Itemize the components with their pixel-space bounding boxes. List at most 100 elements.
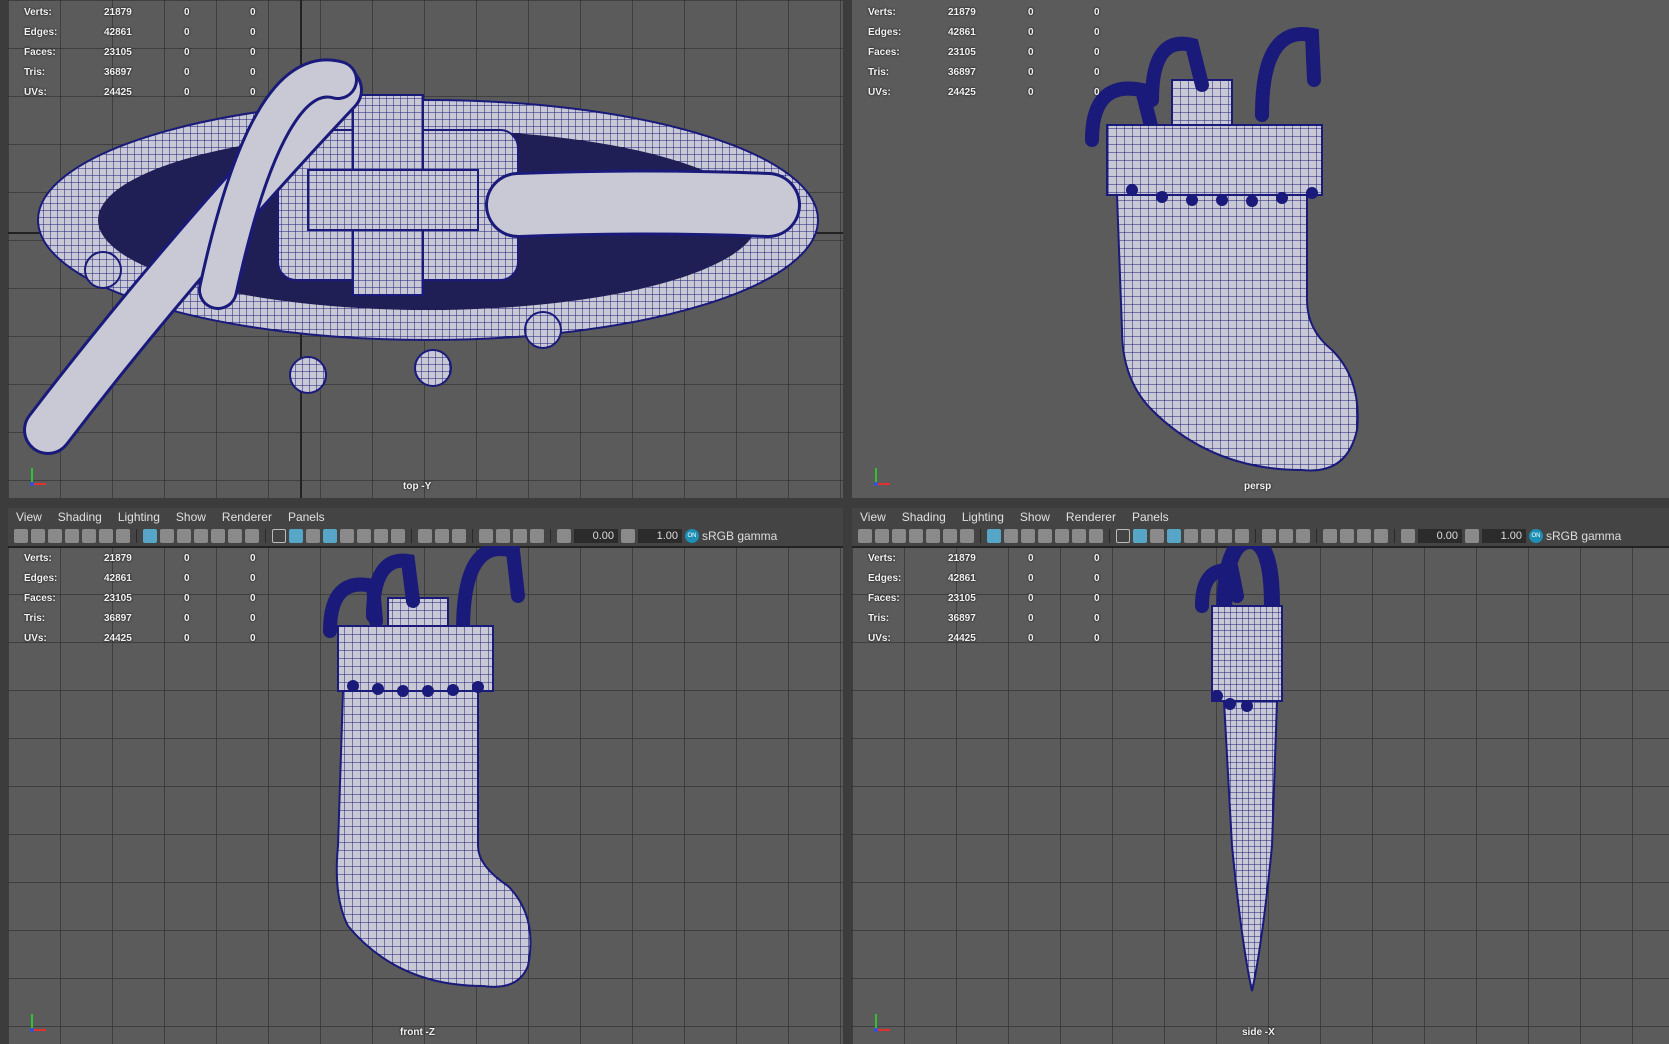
gate-mask-icon[interactable] <box>1038 529 1052 543</box>
menu-renderer[interactable]: Renderer <box>1058 510 1124 524</box>
xray-active-components-icon[interactable] <box>1357 529 1371 543</box>
camera-attributes-icon[interactable] <box>48 529 62 543</box>
menu-panels[interactable]: Panels <box>280 510 333 524</box>
bookmark-icon[interactable] <box>909 529 923 543</box>
camera-lock-icon[interactable] <box>31 529 45 543</box>
viewport-canvas[interactable]: Verts: 21879 0 0 Edges: 42861 0 0 Faces: 23105 0… <box>8 546 843 1044</box>
gate-mask-icon[interactable] <box>194 529 208 543</box>
exposure-icon[interactable] <box>1401 529 1415 543</box>
smooth-shade-icon[interactable] <box>289 529 303 543</box>
screen-space-ao-icon[interactable] <box>391 529 405 543</box>
viewport-top[interactable]: Verts: 21879 0 0 Edges: 42861 0 0 Faces: 23105 0… <box>8 0 843 498</box>
color-space-dropdown[interactable]: sRGB gamma <box>1546 529 1621 543</box>
anti-aliasing-icon[interactable] <box>1279 529 1293 543</box>
gamma-field[interactable]: 1.00 <box>1482 529 1526 543</box>
wireframe-icon[interactable] <box>1116 529 1130 543</box>
use-all-lights-icon[interactable] <box>1201 529 1215 543</box>
safe-action-icon[interactable] <box>228 529 242 543</box>
menu-view[interactable]: View <box>852 510 894 524</box>
anti-aliasing-icon[interactable] <box>435 529 449 543</box>
color-management-toggle[interactable]: ON <box>1529 529 1543 543</box>
shadows-icon[interactable] <box>1218 529 1232 543</box>
depth-of-field-icon[interactable] <box>452 529 466 543</box>
shadows-icon[interactable] <box>374 529 388 543</box>
color-management-toggle[interactable]: ON <box>685 529 699 543</box>
viewport-toolbar: 0.00 1.00 ON sRGB gamma <box>852 526 1669 546</box>
gamma-field[interactable]: 1.00 <box>638 529 682 543</box>
textured-icon[interactable] <box>340 529 354 543</box>
camera-lock-icon[interactable] <box>875 529 889 543</box>
viewport-persp[interactable]: Verts: 21879 0 0 Edges: 42861 0 0 Faces: 23105 0… <box>852 0 1669 498</box>
resolution-gate-icon[interactable] <box>177 529 191 543</box>
xray-joints-icon[interactable] <box>530 529 544 543</box>
bookmark-icon[interactable] <box>65 529 79 543</box>
camera-icon[interactable] <box>858 529 872 543</box>
panel-divider-horizontal[interactable] <box>0 498 1669 508</box>
menu-lighting[interactable]: Lighting <box>954 510 1012 524</box>
gamma-icon[interactable] <box>621 529 635 543</box>
field-chart-icon[interactable] <box>211 529 225 543</box>
menu-show[interactable]: Show <box>168 510 214 524</box>
camera-attributes-icon[interactable] <box>892 529 906 543</box>
isolate-select-icon[interactable] <box>479 529 493 543</box>
use-all-lights-icon[interactable] <box>357 529 371 543</box>
xray-active-components-icon[interactable] <box>513 529 527 543</box>
exposure-field[interactable]: 0.00 <box>1418 529 1462 543</box>
grid-icon[interactable] <box>143 529 157 543</box>
exposure-icon[interactable] <box>557 529 571 543</box>
default-material-icon[interactable] <box>306 529 320 543</box>
menu-shading[interactable]: Shading <box>894 510 954 524</box>
viewport-menubar: View Shading Lighting Show Renderer Pane… <box>8 508 843 526</box>
color-space-dropdown[interactable]: sRGB gamma <box>702 529 777 543</box>
grid-icon[interactable] <box>987 529 1001 543</box>
two-d-pan-zoom-icon[interactable] <box>116 529 130 543</box>
film-gate-icon[interactable] <box>1004 529 1018 543</box>
menu-shading[interactable]: Shading <box>50 510 110 524</box>
axis-gizmo-icon <box>30 468 46 486</box>
motion-blur-icon[interactable] <box>418 529 432 543</box>
wireframe-icon[interactable] <box>272 529 286 543</box>
menu-lighting[interactable]: Lighting <box>110 510 168 524</box>
viewport-canvas[interactable]: Verts: 21879 0 0 Edges: 42861 0 0 Faces: 23105 0… <box>852 546 1669 1044</box>
safe-action-icon[interactable] <box>1072 529 1086 543</box>
grease-pencil-icon[interactable] <box>943 529 957 543</box>
toolbar-separator <box>1394 529 1395 543</box>
safe-title-icon[interactable] <box>245 529 259 543</box>
textured-icon[interactable] <box>1184 529 1198 543</box>
motion-blur-icon[interactable] <box>1262 529 1276 543</box>
viewport-side[interactable]: View Shading Lighting Show Renderer Pane… <box>852 508 1669 1044</box>
xray-icon[interactable] <box>1340 529 1354 543</box>
safe-title-icon[interactable] <box>1089 529 1103 543</box>
hud-row-faces: Faces: 23105 0 0 <box>24 46 256 58</box>
menu-panels[interactable]: Panels <box>1124 510 1177 524</box>
screen-space-ao-icon[interactable] <box>1235 529 1249 543</box>
menu-renderer[interactable]: Renderer <box>214 510 280 524</box>
two-d-pan-zoom-icon[interactable] <box>960 529 974 543</box>
menu-show[interactable]: Show <box>1012 510 1058 524</box>
hud-row-tris: Tris: 36897 0 0 <box>868 612 1100 624</box>
wireframe-on-shaded-icon[interactable] <box>1167 529 1181 543</box>
film-gate-icon[interactable] <box>160 529 174 543</box>
isolate-select-icon[interactable] <box>1323 529 1337 543</box>
grease-pencil-icon[interactable] <box>99 529 113 543</box>
xray-joints-icon[interactable] <box>1374 529 1388 543</box>
xray-icon[interactable] <box>496 529 510 543</box>
axis-gizmo-icon <box>874 1014 890 1032</box>
toolbar-separator <box>265 529 266 543</box>
wireframe-on-shaded-icon[interactable] <box>323 529 337 543</box>
camera-icon[interactable] <box>14 529 28 543</box>
resolution-gate-icon[interactable] <box>1021 529 1035 543</box>
field-chart-icon[interactable] <box>1055 529 1069 543</box>
hud-row-verts: Verts: 21879 0 0 <box>24 552 256 564</box>
menu-view[interactable]: View <box>8 510 50 524</box>
gamma-icon[interactable] <box>1465 529 1479 543</box>
panel-divider-vertical[interactable] <box>843 0 852 1044</box>
viewport-menubar: View Shading Lighting Show Renderer Pane… <box>852 508 1669 526</box>
image-plane-icon[interactable] <box>82 529 96 543</box>
smooth-shade-icon[interactable] <box>1133 529 1147 543</box>
exposure-field[interactable]: 0.00 <box>574 529 618 543</box>
depth-of-field-icon[interactable] <box>1296 529 1310 543</box>
viewport-front[interactable]: View Shading Lighting Show Renderer Pane… <box>8 508 843 1044</box>
default-material-icon[interactable] <box>1150 529 1164 543</box>
image-plane-icon[interactable] <box>926 529 940 543</box>
